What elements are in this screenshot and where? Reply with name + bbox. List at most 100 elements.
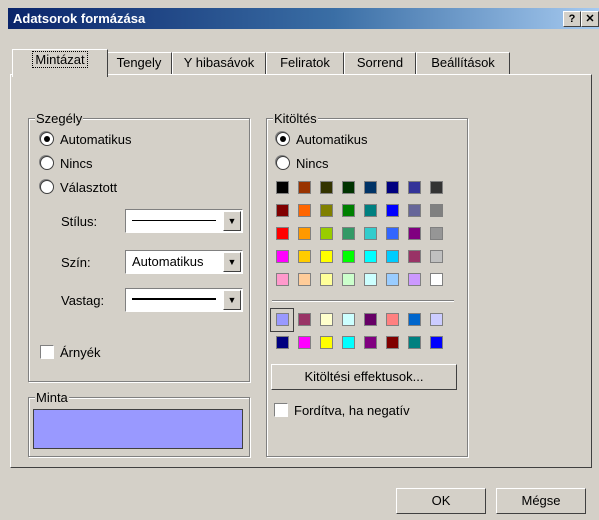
tab-label: Tengely <box>116 55 162 70</box>
color-swatch[interactable] <box>342 204 355 217</box>
tab-label: Feliratok <box>280 55 330 70</box>
color-label: Szín: <box>61 255 91 270</box>
tab-sorrend[interactable]: Sorrend <box>344 52 416 75</box>
shadow-checkbox[interactable]: Árnyék <box>40 344 100 360</box>
tab-feliratok[interactable]: Feliratok <box>266 52 344 75</box>
color-swatch[interactable] <box>276 181 289 194</box>
color-combo[interactable]: Automatikus ▼ <box>125 250 243 274</box>
dropdown-arrow-icon[interactable]: ▼ <box>223 252 241 272</box>
color-swatch[interactable] <box>320 273 333 286</box>
sample-group-title: Minta <box>35 390 69 405</box>
color-swatch[interactable] <box>276 336 289 349</box>
color-swatch[interactable] <box>298 227 311 240</box>
color-swatch[interactable] <box>430 227 443 240</box>
color-swatch[interactable] <box>364 204 377 217</box>
color-swatch[interactable] <box>430 250 443 263</box>
color-swatch[interactable] <box>408 227 421 240</box>
color-swatch[interactable] <box>386 250 399 263</box>
color-swatch[interactable] <box>364 227 377 240</box>
color-swatch[interactable] <box>408 250 421 263</box>
color-swatch[interactable] <box>276 204 289 217</box>
checkbox-label: Árnyék <box>60 344 101 360</box>
color-swatch[interactable] <box>342 227 355 240</box>
color-swatch[interactable] <box>320 181 333 194</box>
fill-none-radio[interactable]: Nincs <box>276 155 329 171</box>
color-swatch[interactable] <box>386 204 399 217</box>
color-swatch[interactable] <box>342 250 355 263</box>
tab-label: Mintázat <box>32 51 88 68</box>
dialog-window: Adatsorok formázása ? ✕ Mintázat Tengely… <box>0 0 599 520</box>
border-none-radio[interactable]: Nincs <box>40 155 93 171</box>
cancel-button[interactable]: Mégse <box>496 488 586 514</box>
color-swatch[interactable] <box>298 336 311 349</box>
color-swatch[interactable] <box>430 313 443 326</box>
color-swatch[interactable] <box>408 313 421 326</box>
color-swatch[interactable] <box>408 336 421 349</box>
close-button[interactable]: ✕ <box>581 11 599 27</box>
radio-label: Nincs <box>60 155 93 171</box>
palette-separator <box>272 300 454 302</box>
color-value: Automatikus <box>132 254 204 269</box>
tab-label: Beállítások <box>431 55 495 70</box>
radio-indicator <box>276 156 290 170</box>
fill-auto-radio[interactable]: Automatikus <box>276 131 368 147</box>
radio-indicator <box>40 132 54 146</box>
style-combo[interactable]: ▼ <box>125 209 243 233</box>
tab-y-hibasavok[interactable]: Y hibasávok <box>172 52 266 75</box>
weight-combo[interactable]: ▼ <box>125 288 243 312</box>
color-swatch[interactable] <box>298 204 311 217</box>
color-swatch[interactable] <box>298 250 311 263</box>
weight-label: Vastag: <box>61 293 105 308</box>
color-swatch[interactable] <box>342 336 355 349</box>
color-swatch[interactable] <box>320 227 333 240</box>
tab-tengely[interactable]: Tengely <box>106 52 172 75</box>
color-swatch[interactable] <box>408 204 421 217</box>
invert-if-negative-checkbox[interactable]: Fordítva, ha negatív <box>274 402 410 418</box>
border-auto-radio[interactable]: Automatikus <box>40 131 132 147</box>
color-swatch[interactable] <box>342 313 355 326</box>
color-swatch[interactable] <box>364 336 377 349</box>
color-swatch[interactable] <box>298 181 311 194</box>
style-label: Stílus: <box>61 214 98 229</box>
color-swatch[interactable] <box>276 273 289 286</box>
line-weight-preview <box>132 298 216 300</box>
color-swatch[interactable] <box>430 273 443 286</box>
radio-indicator <box>40 180 54 194</box>
color-swatch[interactable] <box>298 313 311 326</box>
color-swatch[interactable] <box>430 336 443 349</box>
color-swatch[interactable] <box>430 181 443 194</box>
color-swatch[interactable] <box>364 250 377 263</box>
color-swatch[interactable] <box>364 181 377 194</box>
tab-beallitasok[interactable]: Beállítások <box>416 52 510 75</box>
color-swatch[interactable] <box>408 181 421 194</box>
color-swatch[interactable] <box>276 227 289 240</box>
color-swatch[interactable] <box>276 313 289 326</box>
color-swatch[interactable] <box>276 250 289 263</box>
color-swatch[interactable] <box>430 204 443 217</box>
color-swatch[interactable] <box>320 313 333 326</box>
color-swatch[interactable] <box>386 313 399 326</box>
color-swatch[interactable] <box>320 204 333 217</box>
color-swatch[interactable] <box>298 273 311 286</box>
border-custom-radio[interactable]: Választott <box>40 179 117 195</box>
color-swatch[interactable] <box>408 273 421 286</box>
ok-button[interactable]: OK <box>396 488 486 514</box>
color-swatch[interactable] <box>320 250 333 263</box>
color-swatch[interactable] <box>386 273 399 286</box>
color-swatch[interactable] <box>342 273 355 286</box>
color-swatch[interactable] <box>364 313 377 326</box>
color-swatch[interactable] <box>342 181 355 194</box>
fill-effects-button[interactable]: Kitöltési effektusok... <box>271 364 457 390</box>
help-button[interactable]: ? <box>563 11 581 27</box>
radio-label: Automatikus <box>60 131 132 147</box>
dropdown-arrow-icon[interactable]: ▼ <box>223 290 241 310</box>
checkbox-box <box>40 345 54 359</box>
color-swatch[interactable] <box>386 336 399 349</box>
dropdown-arrow-icon[interactable]: ▼ <box>223 211 241 231</box>
color-swatch[interactable] <box>386 227 399 240</box>
tab-mintazat[interactable]: Mintázat <box>12 49 108 77</box>
color-swatch[interactable] <box>364 273 377 286</box>
fill-group-title: Kitöltés <box>273 111 318 126</box>
color-swatch[interactable] <box>320 336 333 349</box>
color-swatch[interactable] <box>386 181 399 194</box>
